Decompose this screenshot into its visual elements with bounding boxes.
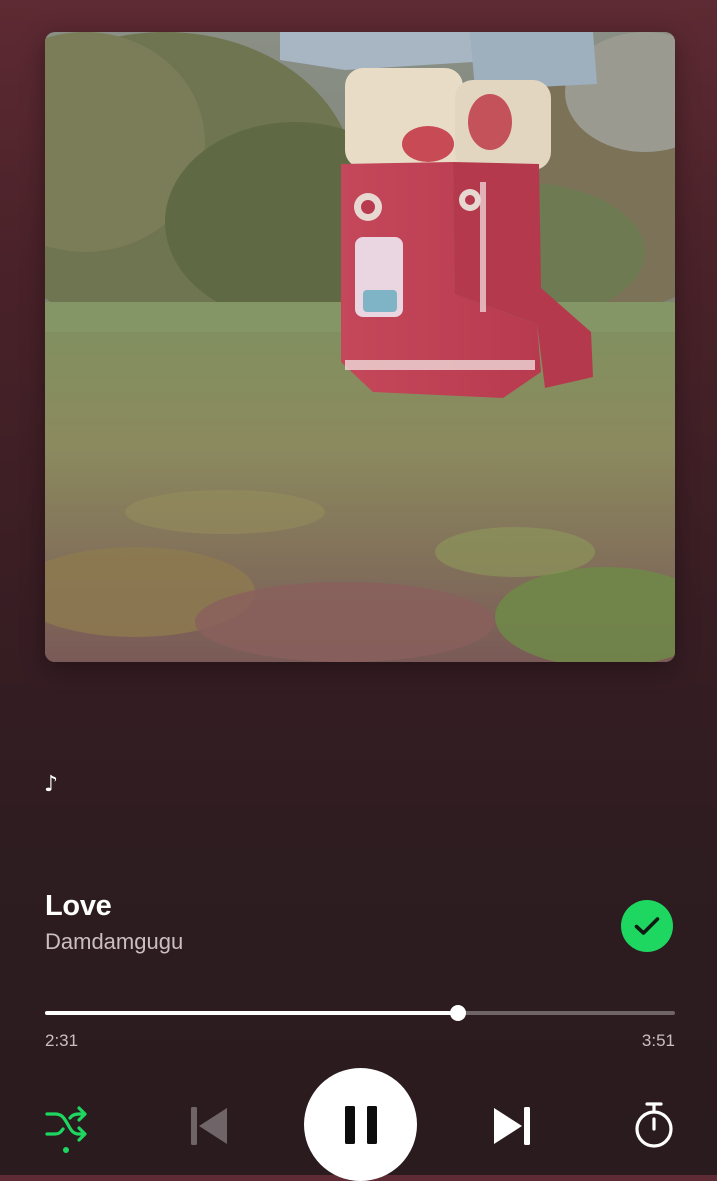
elapsed-time: 2:31 (45, 1031, 79, 1050)
track-artist[interactable]: Damdamgugu (45, 929, 183, 955)
previous-button[interactable] (183, 1100, 235, 1152)
track-title[interactable]: Love (45, 890, 112, 923)
sleep-timer-icon (635, 1102, 673, 1148)
next-button[interactable] (486, 1100, 538, 1152)
play-pause-button[interactable] (304, 1068, 417, 1181)
sleep-timer-button[interactable] (628, 1098, 680, 1154)
shuffle-active-dot (63, 1147, 69, 1153)
total-time: 3:51 (641, 1031, 675, 1050)
shuffle-button[interactable] (40, 1100, 92, 1156)
pause-icon (344, 1105, 377, 1144)
lyrics-note: ♪ (44, 772, 59, 797)
shuffle-icon (45, 1106, 87, 1153)
skip-previous-icon (191, 1107, 227, 1145)
progress-thumb[interactable] (450, 1005, 467, 1021)
progress-bar[interactable] (45, 1005, 675, 1021)
album-art (45, 32, 675, 662)
check-icon (634, 917, 660, 935)
skip-next-icon (494, 1107, 530, 1145)
progress-fill (45, 1011, 459, 1015)
liked-button[interactable] (621, 900, 673, 952)
